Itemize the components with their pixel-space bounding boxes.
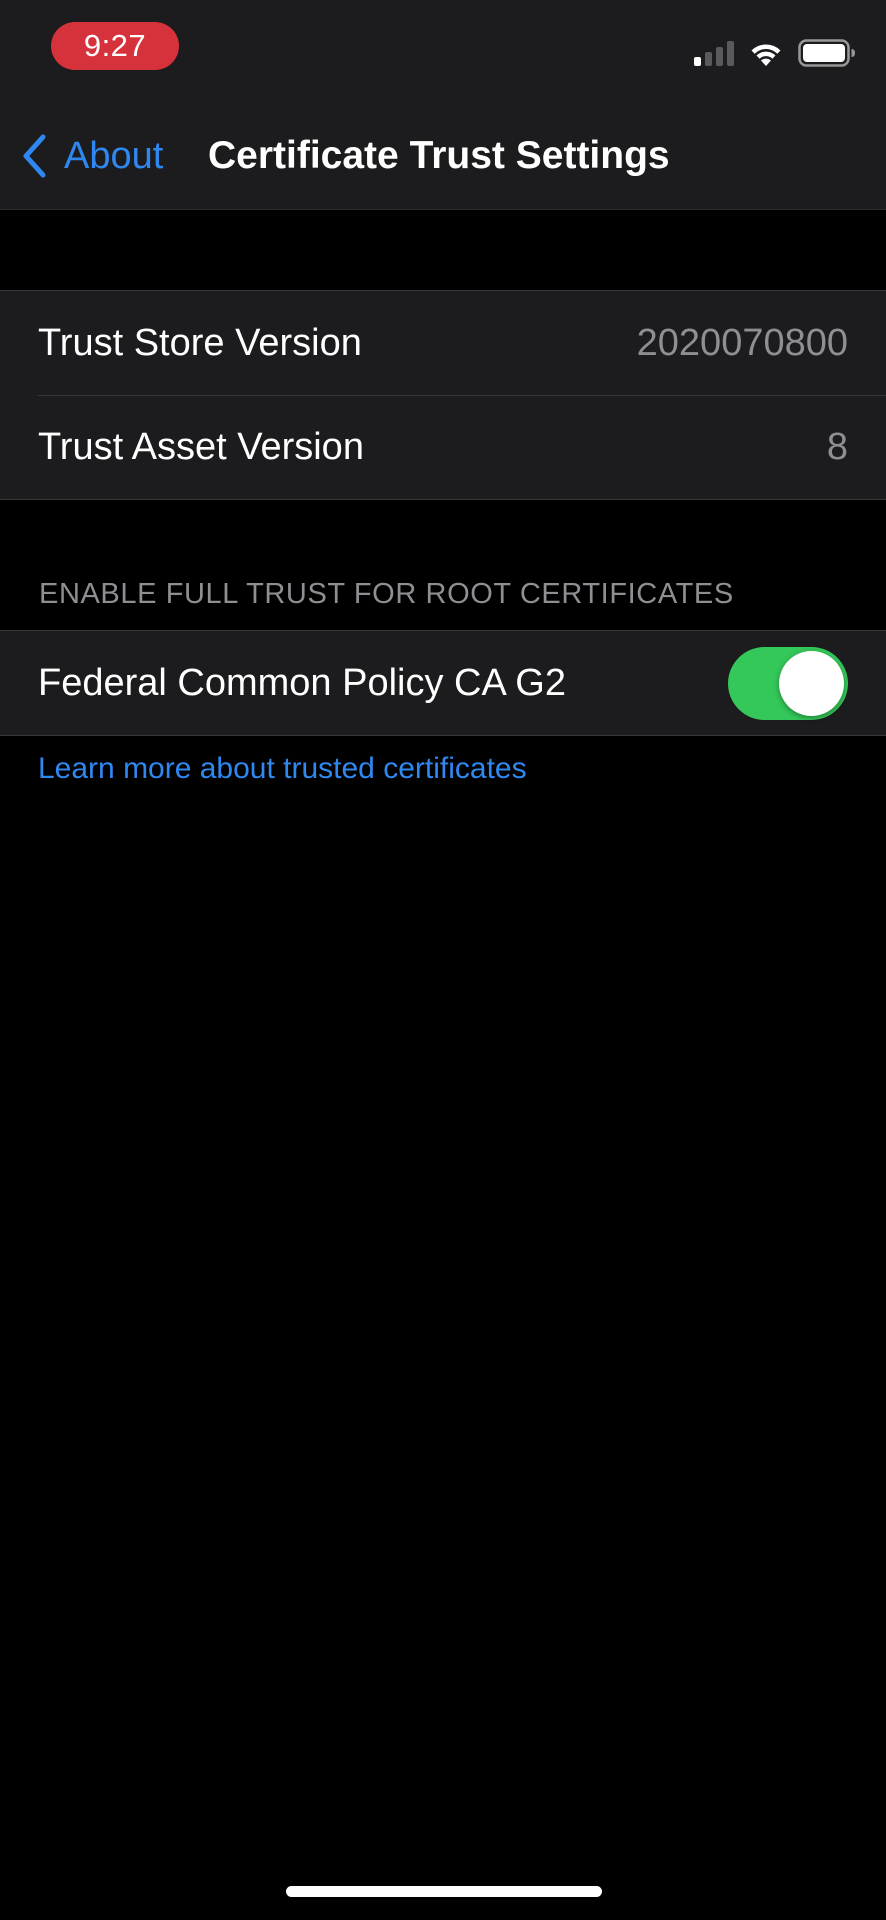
row-label: Federal Common Policy CA G2 xyxy=(38,661,566,704)
page-title: Certificate Trust Settings xyxy=(208,134,670,177)
toggle-knob xyxy=(779,650,844,716)
back-label: About xyxy=(64,134,164,177)
section-header: ENABLE FULL TRUST FOR ROOT CERTIFICATES xyxy=(39,578,734,610)
status-time[interactable]: 9:27 xyxy=(51,22,179,70)
row-value: 2020070800 xyxy=(636,321,848,364)
battery-icon xyxy=(798,39,856,67)
cellular-signal-icon xyxy=(694,40,734,66)
row-label: Trust Store Version xyxy=(38,321,362,364)
status-icons xyxy=(694,38,856,68)
settings-screen: 9:27 About Certificate Trust Settings Tr… xyxy=(0,0,886,1920)
list-item-trust-store-version: Trust Store Version 2020070800 xyxy=(0,291,886,395)
row-label: Trust Asset Version xyxy=(38,425,364,468)
nav-divider xyxy=(0,209,886,210)
wifi-icon xyxy=(748,40,784,67)
navigation-bar: About Certificate Trust Settings xyxy=(0,120,886,192)
list-item-trust-asset-version: Trust Asset Version 8 xyxy=(0,395,886,499)
chevron-left-icon xyxy=(23,134,46,178)
root-certificates-group: Federal Common Policy CA G2 xyxy=(0,630,886,736)
version-group: Trust Store Version 2020070800 Trust Ass… xyxy=(0,290,886,500)
trust-toggle[interactable] xyxy=(728,646,848,720)
home-indicator[interactable] xyxy=(286,1886,602,1897)
row-value: 8 xyxy=(826,425,848,468)
learn-more-link[interactable]: Learn more about trusted certificates xyxy=(38,752,527,786)
back-button[interactable]: About xyxy=(18,128,163,184)
list-item-federal-common-policy: Federal Common Policy CA G2 xyxy=(0,631,886,735)
